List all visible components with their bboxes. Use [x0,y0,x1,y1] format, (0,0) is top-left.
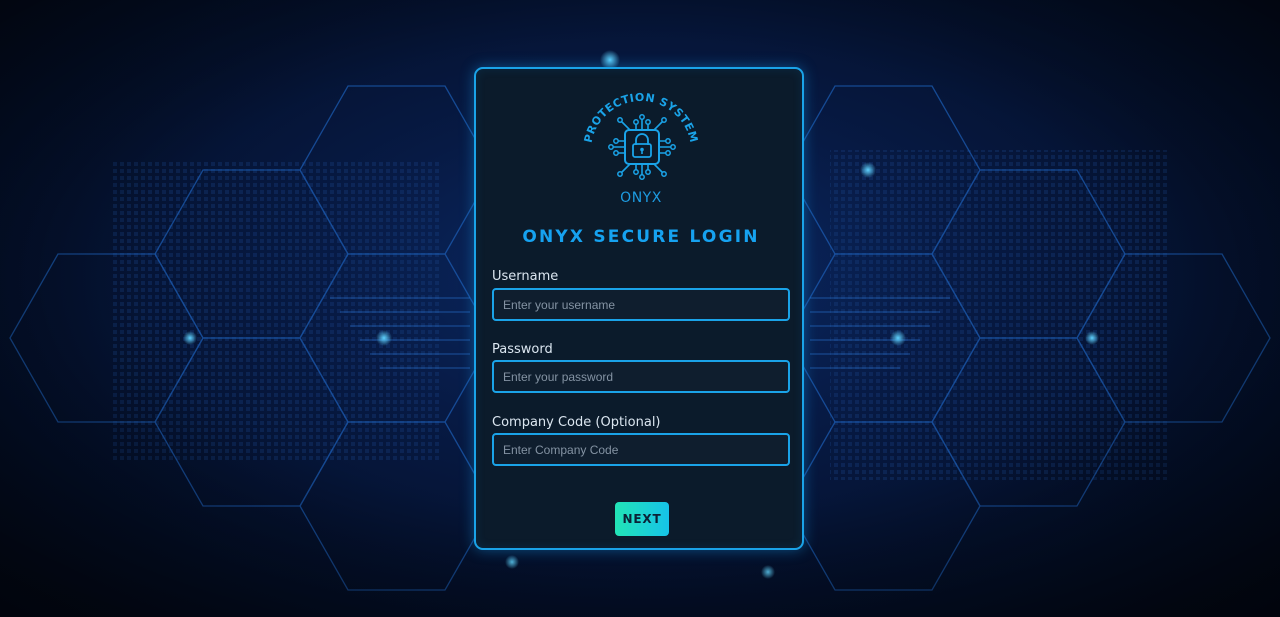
password-label: Password [492,342,553,357]
logo-name: ONYX [620,190,662,206]
username-label: Username [492,269,559,284]
password-input[interactable] [492,360,790,393]
next-button[interactable]: NEXT [615,502,669,536]
page-title: ONYX SECURE LOGIN [522,227,760,247]
login-card: PROTECTION SYSTEM ONYX ONYX SECURE LOGIN… [474,67,804,550]
company-code-input[interactable] [492,433,790,466]
username-input[interactable] [492,288,790,321]
company-code-label: Company Code (Optional) [492,415,661,430]
